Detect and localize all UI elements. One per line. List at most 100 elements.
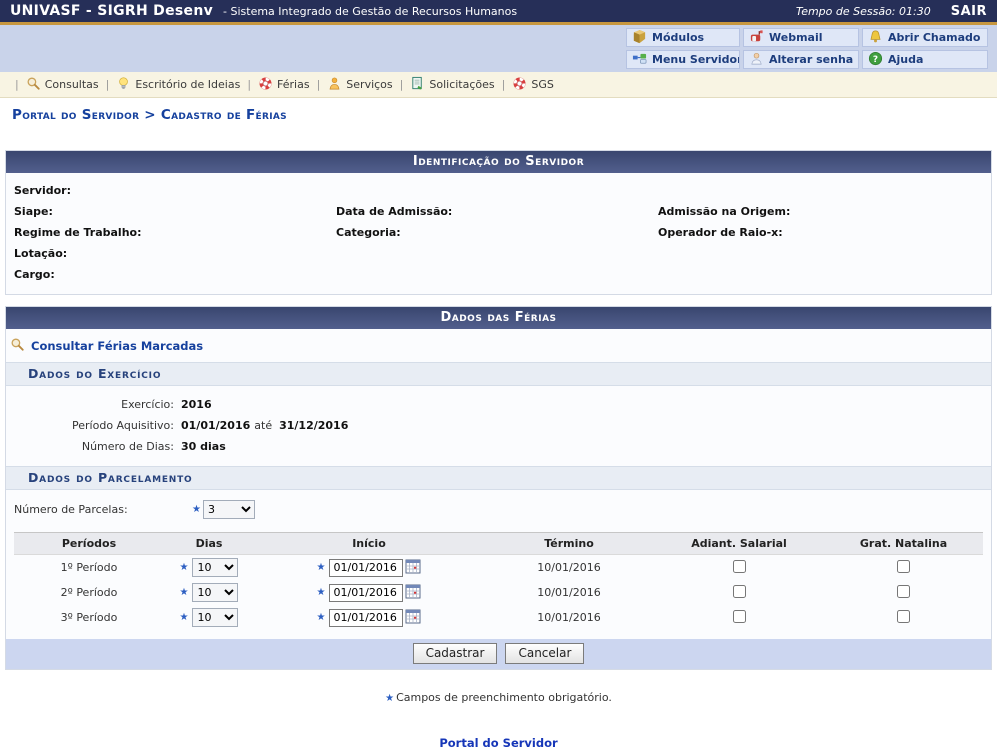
required-star: ★ [317,562,326,573]
menu-servidor-icon [632,51,647,69]
exercicio-label: Exercício: [6,398,178,411]
exercicio-subheader: Dados do Exercício [6,362,991,386]
app-subtitle: - Sistema Integrado de Gestão de Recurso… [223,5,517,18]
dias-select-1[interactable]: 10 [192,558,238,577]
menu-escritorio-label: Escritório de Ideias [135,78,240,91]
col-grat-natalina: Grat. Natalina [824,537,983,550]
table-row: 1º Período ★ 10 ★ 10/01/2016 [14,555,983,580]
menu-servidor-button[interactable]: Menu Servidor [626,50,740,69]
calendar-icon[interactable] [405,609,421,627]
required-star: ★ [317,612,326,623]
identification-row: Servidor: [14,180,983,201]
identification-row: Regime de Trabalho: Categoria: Operador … [14,222,983,243]
grat-natalina-checkbox-3[interactable] [897,610,910,623]
bell-icon [868,29,883,47]
search-icon [26,76,41,94]
modulos-button[interactable]: Módulos [626,28,740,47]
parcelas-select[interactable]: 3 [203,500,255,519]
menu-ferias-label: Férias [277,78,310,91]
webmail-button[interactable]: Webmail [743,28,859,47]
exercicio-value: 2016 [181,398,212,411]
identification-row: Cargo: [14,264,983,285]
menu-item-consultas[interactable]: Consultas [26,76,99,94]
categoria-label: Categoria: [336,226,658,239]
adiant-salarial-checkbox-3[interactable] [733,610,746,623]
col-inicio: Início [254,537,484,550]
parcelamento-subheader: Dados do Parcelamento [6,466,991,490]
identification-body: Servidor: Siape: Data de Admissão: Admis… [6,173,991,294]
dias-select-3[interactable]: 10 [192,608,238,627]
user-icon [749,51,764,69]
svg-text:?: ? [873,54,878,64]
periodo-aquisitivo-row: Período Aquisitivo: 01/01/2016 até 31/12… [6,415,991,436]
ajuda-label: Ajuda [888,53,923,66]
menu-item-solicitacoes[interactable]: Solicitações [410,76,494,94]
col-dias: Dias [164,537,254,550]
periodo-aquisitivo-sep: até [254,419,272,432]
logout-link[interactable]: SAIR [951,4,987,19]
session-timer: Tempo de Sessão: 01:30 [796,5,931,18]
calendar-icon[interactable] [405,559,421,577]
grat-natalina-checkbox-2[interactable] [897,585,910,598]
abrir-chamado-button[interactable]: Abrir Chamado [862,28,988,47]
col-adiant-salarial: Adiant. Salarial [654,537,824,550]
adiant-salarial-checkbox-2[interactable] [733,585,746,598]
menu-item-servicos[interactable]: Serviços [327,76,392,94]
termino-2-value: 10/01/2016 [484,586,654,599]
identification-header: Identificação do Servidor [6,151,991,173]
admissao-origem-label: Admissão na Origem: [658,205,983,218]
dias-select-2[interactable]: 10 [192,583,238,602]
ajuda-button[interactable]: ? Ajuda [862,50,988,69]
menu-item-sgs[interactable]: SGS [512,76,554,94]
periodo-aquisitivo-label: Período Aquisitivo: [6,419,178,432]
periodo-1-label: 1º Período [14,561,164,574]
periodo-2-label: 2º Período [14,586,164,599]
cargo-label: Cargo: [14,268,336,281]
alterar-senha-label: Alterar senha [769,53,853,66]
required-star: ★ [192,504,201,515]
data-admissao-label: Data de Admissão: [336,205,658,218]
parcelas-label: Número de Parcelas: [14,503,192,516]
identification-row: Lotação: [14,243,983,264]
menu-separator: | [15,78,19,91]
parcelas-row: Número de Parcelas: ★ 3 [6,490,991,532]
col-periodos: Períodos [14,537,164,550]
calendar-icon[interactable] [405,584,421,602]
alterar-senha-button[interactable]: Alterar senha [743,50,859,69]
cancelar-button[interactable]: Cancelar [505,643,584,664]
lotacao-label: Lotação: [14,247,336,260]
required-note: ★Campos de preenchimento obrigatório. [0,691,997,704]
table-row: 2º Período ★ 10 ★ 10/01/2016 [14,580,983,605]
required-star: ★ [385,693,394,704]
portal-servidor-footer-link[interactable]: Portal do Servidor [0,736,997,750]
breadcrumb-row: Portal do Servidor > Cadastro de Férias [0,98,997,128]
help-icon: ? [868,51,883,69]
menu-separator: | [502,78,506,91]
menu-item-escritorio-de-ideias[interactable]: Escritório de Ideias [116,76,240,94]
periodo-aquisitivo-start: 01/01/2016 [181,419,250,432]
menu-item-ferias[interactable]: Férias [258,76,310,94]
exercicio-row: Exercício: 2016 [6,394,991,415]
mailbox-icon [749,29,764,47]
periodo-3-label: 3º Período [14,611,164,624]
numero-dias-label: Número de Dias: [6,440,178,453]
identification-section: Identificação do Servidor Servidor: Siap… [5,150,992,295]
grat-natalina-checkbox-1[interactable] [897,560,910,573]
consult-ferias-link[interactable]: Consultar Férias Marcadas [31,339,203,353]
periodo-aquisitivo-end: 31/12/2016 [279,419,348,432]
required-star: ★ [180,562,189,573]
cube-icon [632,29,647,47]
menu-separator: | [317,78,321,91]
menu-consultas-label: Consultas [45,78,99,91]
required-star: ★ [180,587,189,598]
inicio-input-2[interactable] [329,584,403,602]
inicio-input-3[interactable] [329,609,403,627]
cadastrar-button[interactable]: Cadastrar [413,643,498,664]
inicio-input-1[interactable] [329,559,403,577]
adiant-salarial-checkbox-1[interactable] [733,560,746,573]
menu-servidor-label: Menu Servidor [652,53,740,66]
lightbulb-icon [116,76,131,94]
termino-3-value: 10/01/2016 [484,611,654,624]
regime-label: Regime de Trabalho: [14,226,336,239]
actions-bar: Cadastrar Cancelar [6,639,991,669]
